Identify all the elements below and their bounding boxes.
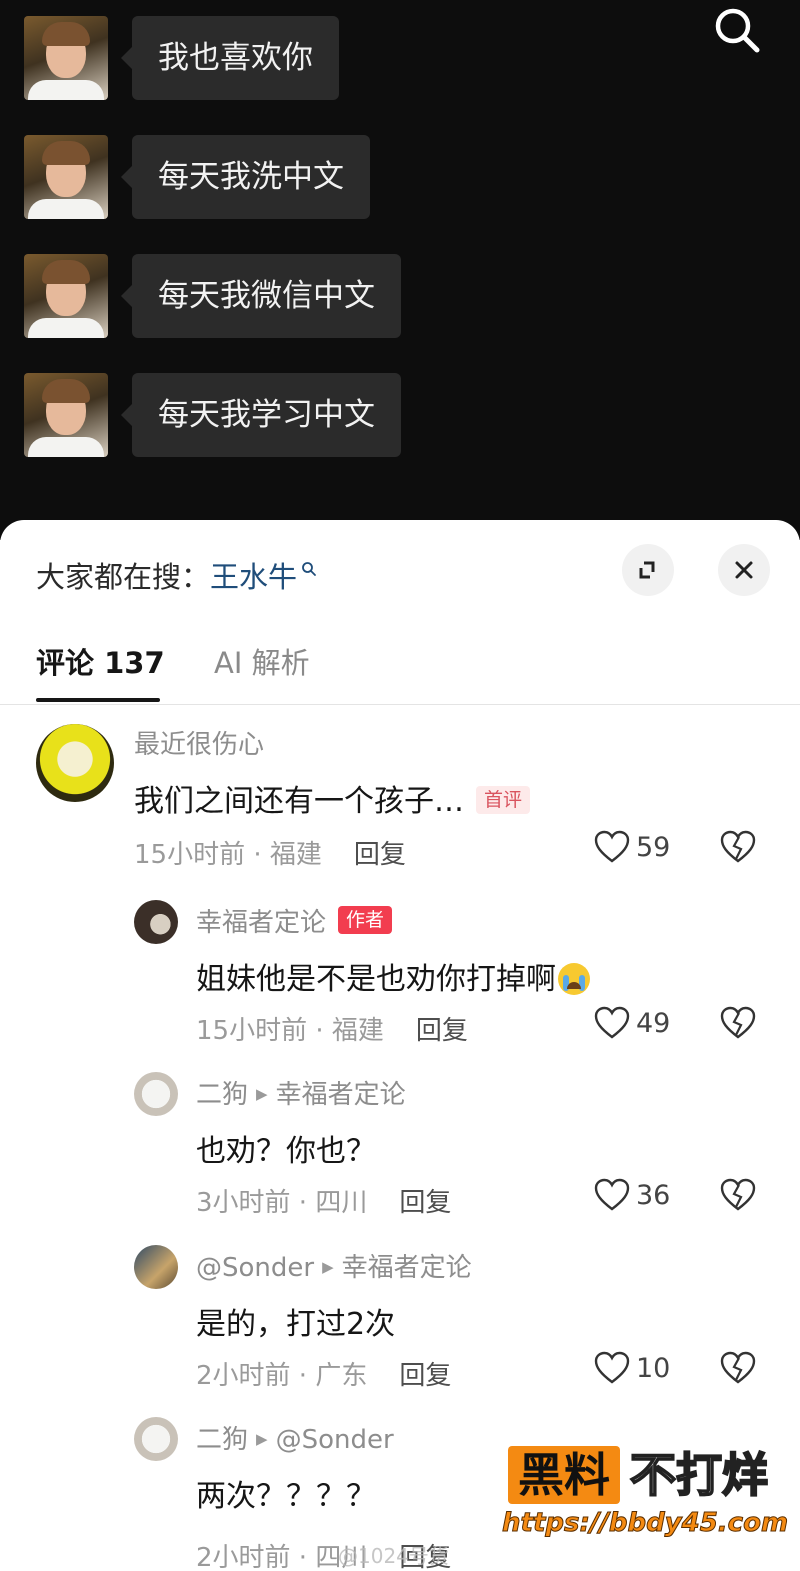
like-button[interactable]: 36 [594, 1178, 670, 1212]
like-count: 10 [636, 1353, 671, 1384]
tab-comments[interactable]: 评论 137 [36, 640, 165, 682]
tab-ai-analysis[interactable]: AI 解析 [214, 640, 310, 682]
comment-time: 2小时前 [196, 1543, 291, 1571]
search-icon[interactable] [708, 4, 764, 54]
avatar [24, 16, 108, 100]
divider [0, 704, 800, 705]
reply-username[interactable]: @Sonder [196, 1253, 314, 1283]
comment-username: 幸福者定论 作者 [196, 902, 393, 939]
avatar [24, 135, 108, 219]
like-button[interactable]: 59 [594, 830, 670, 864]
dislike-button[interactable] [720, 830, 756, 868]
watermark-brand-box: 黑料 [508, 1446, 620, 1504]
close-icon [735, 561, 753, 579]
comment-text-content: 我们之间还有一个孩子… [134, 784, 464, 819]
hot-search[interactable]: 大家都在搜：王水牛 [36, 550, 317, 596]
comment-time: 3小时前 [196, 1188, 291, 1218]
reply-username[interactable]: 二狗 [196, 1080, 248, 1110]
comment-username: @Sonder ▶ 幸福者定论 [196, 1247, 472, 1284]
message-bubble: 每天我微信中文 [121, 254, 401, 338]
comment-username[interactable]: 最近很伤心 [134, 724, 264, 761]
active-tab-indicator [36, 698, 160, 702]
message-bubble: 我也喜欢你 [121, 16, 339, 100]
message-bubble: 每天我学习中文 [121, 373, 401, 457]
reply-button[interactable]: 回复 [399, 1361, 451, 1391]
comment-text-content: 姐妹他是不是也劝你打掉啊 [196, 962, 556, 997]
reply-arrow-icon: ▶ [322, 1258, 334, 1276]
like-count: 36 [636, 1180, 671, 1211]
like-count: 49 [636, 1008, 671, 1039]
watermark-brand-text: 不打烊 [629, 1447, 769, 1503]
reply-button[interactable]: 回复 [416, 1016, 468, 1046]
avatar[interactable] [134, 1417, 178, 1461]
reply-to-username[interactable]: 幸福者定论 [342, 1253, 472, 1283]
like-button[interactable]: 10 [594, 1351, 670, 1385]
search-icon [301, 550, 317, 584]
close-button[interactable] [718, 544, 770, 596]
reply-arrow-icon: ▶ [256, 1430, 268, 1448]
expand-button[interactable] [622, 544, 674, 596]
heart-icon [594, 830, 630, 863]
heart-icon [594, 1006, 630, 1039]
comment-text: 是的，打过2次 [196, 1307, 396, 1342]
broken-heart-icon [720, 1351, 756, 1384]
dislike-button[interactable] [720, 1006, 756, 1044]
first-comment-badge: 首评 [476, 786, 531, 814]
broken-heart-icon [720, 1178, 756, 1211]
weibo-watermark: @1024号货 [338, 1544, 449, 1568]
comment-meta: 3小时前 · 四川 回复 [196, 1188, 452, 1218]
avatar[interactable] [134, 1072, 178, 1116]
avatar [24, 254, 108, 338]
avatar [24, 373, 108, 457]
comment-text: 姐妹他是不是也劝你打掉啊 [196, 954, 590, 998]
reply-button[interactable]: 回复 [399, 1188, 451, 1218]
comment-location: 广东 [315, 1361, 368, 1391]
reply-to-username[interactable]: 幸福者定论 [276, 1080, 406, 1110]
hot-search-label: 大家都在搜： [36, 560, 211, 594]
avatar[interactable] [36, 724, 114, 802]
avatar[interactable] [134, 900, 178, 944]
heart-icon [594, 1351, 630, 1384]
dislike-button[interactable] [720, 1351, 756, 1389]
comment-location: 福建 [269, 840, 322, 870]
dislike-button[interactable] [720, 1178, 756, 1216]
comment-sheet: 大家都在搜：王水牛 评论 137 AI 解析 最近很伤心 我们之间还有一个孩子…… [0, 520, 800, 1571]
reply-arrow-icon: ▶ [256, 1085, 268, 1103]
broken-heart-icon [720, 1006, 756, 1039]
comment-time: 15小时前 [134, 840, 246, 870]
comment-location: 四川 [315, 1188, 368, 1218]
like-count: 59 [636, 832, 671, 863]
comment-username: 二狗 ▶ 幸福者定论 [196, 1074, 406, 1111]
comment-username: 二狗 ▶ @Sonder [196, 1419, 394, 1456]
broken-heart-icon [720, 830, 756, 863]
message-bubble: 每天我洗中文 [121, 135, 370, 219]
comment-meta: 2小时前 · 广东 回复 [196, 1361, 452, 1391]
comment-meta: 15小时前 · 福建 回复 [196, 1016, 468, 1046]
heart-icon [594, 1178, 630, 1211]
video-area[interactable]: 我也喜欢你 每天我洗中文 每天我微信中文 每天我学习中文 [0, 0, 800, 540]
avatar[interactable] [134, 1245, 178, 1289]
expand-icon [639, 561, 655, 579]
crying-emoji-icon [558, 963, 590, 995]
comment-text: 两次？？？？ [196, 1479, 376, 1514]
site-watermark: 黑料 不打烊 https://bbdy45.com [501, 1446, 792, 1558]
watermark-url: https://bbdy45.com [501, 1508, 789, 1539]
reply-username[interactable]: 幸福者定论 [196, 908, 326, 938]
comment-meta: 15小时前 · 福建 回复 [134, 840, 406, 870]
reply-username[interactable]: 二狗 [196, 1425, 248, 1455]
comment-text: 也劝？你也？ [196, 1134, 376, 1169]
comment-text: 我们之间还有一个孩子… 首评 [134, 776, 531, 820]
reply-button[interactable]: 回复 [354, 840, 406, 870]
comment-time: 2小时前 [196, 1361, 291, 1391]
comment-location: 福建 [331, 1016, 384, 1046]
hot-search-term[interactable]: 王水牛 [210, 560, 297, 594]
reply-to-username[interactable]: @Sonder [276, 1425, 394, 1455]
like-button[interactable]: 49 [594, 1006, 670, 1040]
author-badge: 作者 [338, 906, 393, 934]
comment-time: 15小时前 [196, 1016, 308, 1046]
